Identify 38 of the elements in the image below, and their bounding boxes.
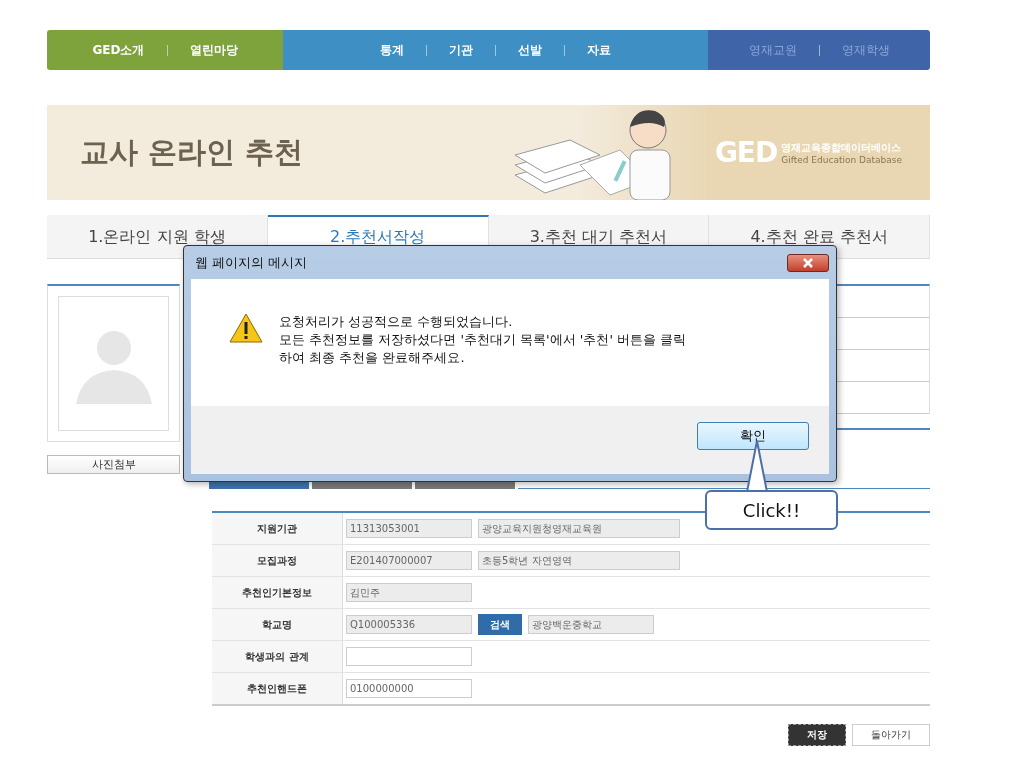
dialog-message: 요청처리가 성공적으로 수행되었습니다. 모든 추천정보를 저장하셨다면 '추천대기 목록'에서 '추천' 버튼을 클릭 하여 최종 추천을 완료해주세요. xyxy=(279,313,687,367)
input-field[interactable]: 0100000000 xyxy=(346,679,472,698)
field-label: 추천인핸드폰 xyxy=(212,672,343,705)
back-button[interactable]: 돌아가기 xyxy=(852,724,930,746)
logo-subtitle: Gifted Education Database xyxy=(781,154,902,165)
input-field[interactable]: Q100005336 xyxy=(346,615,472,634)
sub-tab[interactable] xyxy=(312,482,412,489)
callout-pointer xyxy=(746,440,768,492)
input-field[interactable]: 11313053001 xyxy=(346,519,472,538)
nav-link[interactable]: 선발 xyxy=(518,41,542,59)
input-field[interactable]: 광양교육지원청영재교육원 xyxy=(478,519,680,538)
input-field[interactable]: 초등5학년 자연영역 xyxy=(478,551,680,570)
logo-subtitle: 영재교육종합데이터베이스 xyxy=(781,140,902,155)
input-field[interactable]: 광양백운중학교 xyxy=(528,615,654,634)
nav-link[interactable]: 열린마당 xyxy=(189,41,238,59)
input-field[interactable]: 김민주 xyxy=(346,583,472,602)
field-label: 지원기관 xyxy=(212,512,343,545)
nav-link[interactable]: 기관 xyxy=(449,41,473,59)
ok-button[interactable]: 확인 xyxy=(697,422,809,450)
search-button[interactable]: 검색 xyxy=(478,614,522,635)
input-field[interactable] xyxy=(346,647,472,666)
logo-text: GED xyxy=(714,136,778,169)
close-button[interactable] xyxy=(787,253,829,272)
warning-icon xyxy=(229,313,263,343)
field-label: 추천인기본정보 xyxy=(212,576,343,609)
input-field[interactable]: E201407000007 xyxy=(346,551,472,570)
nav-link[interactable]: 통계 xyxy=(380,41,404,59)
close-icon xyxy=(803,257,813,268)
attach-photo-button[interactable]: 사진첨부 xyxy=(47,455,180,474)
nav-link[interactable]: 자료 xyxy=(587,41,611,59)
sub-tab[interactable] xyxy=(415,482,515,489)
page-title: 교사 온라인 추천 xyxy=(80,133,305,171)
nav-link[interactable]: GED소개 xyxy=(92,41,145,59)
sub-tab[interactable] xyxy=(209,482,309,489)
save-button[interactable]: 저장 xyxy=(788,724,846,746)
field-label: 학생과의 관계 xyxy=(212,640,343,673)
field-label: 학교명 xyxy=(212,608,343,641)
field-label: 모집과정 xyxy=(212,544,343,577)
